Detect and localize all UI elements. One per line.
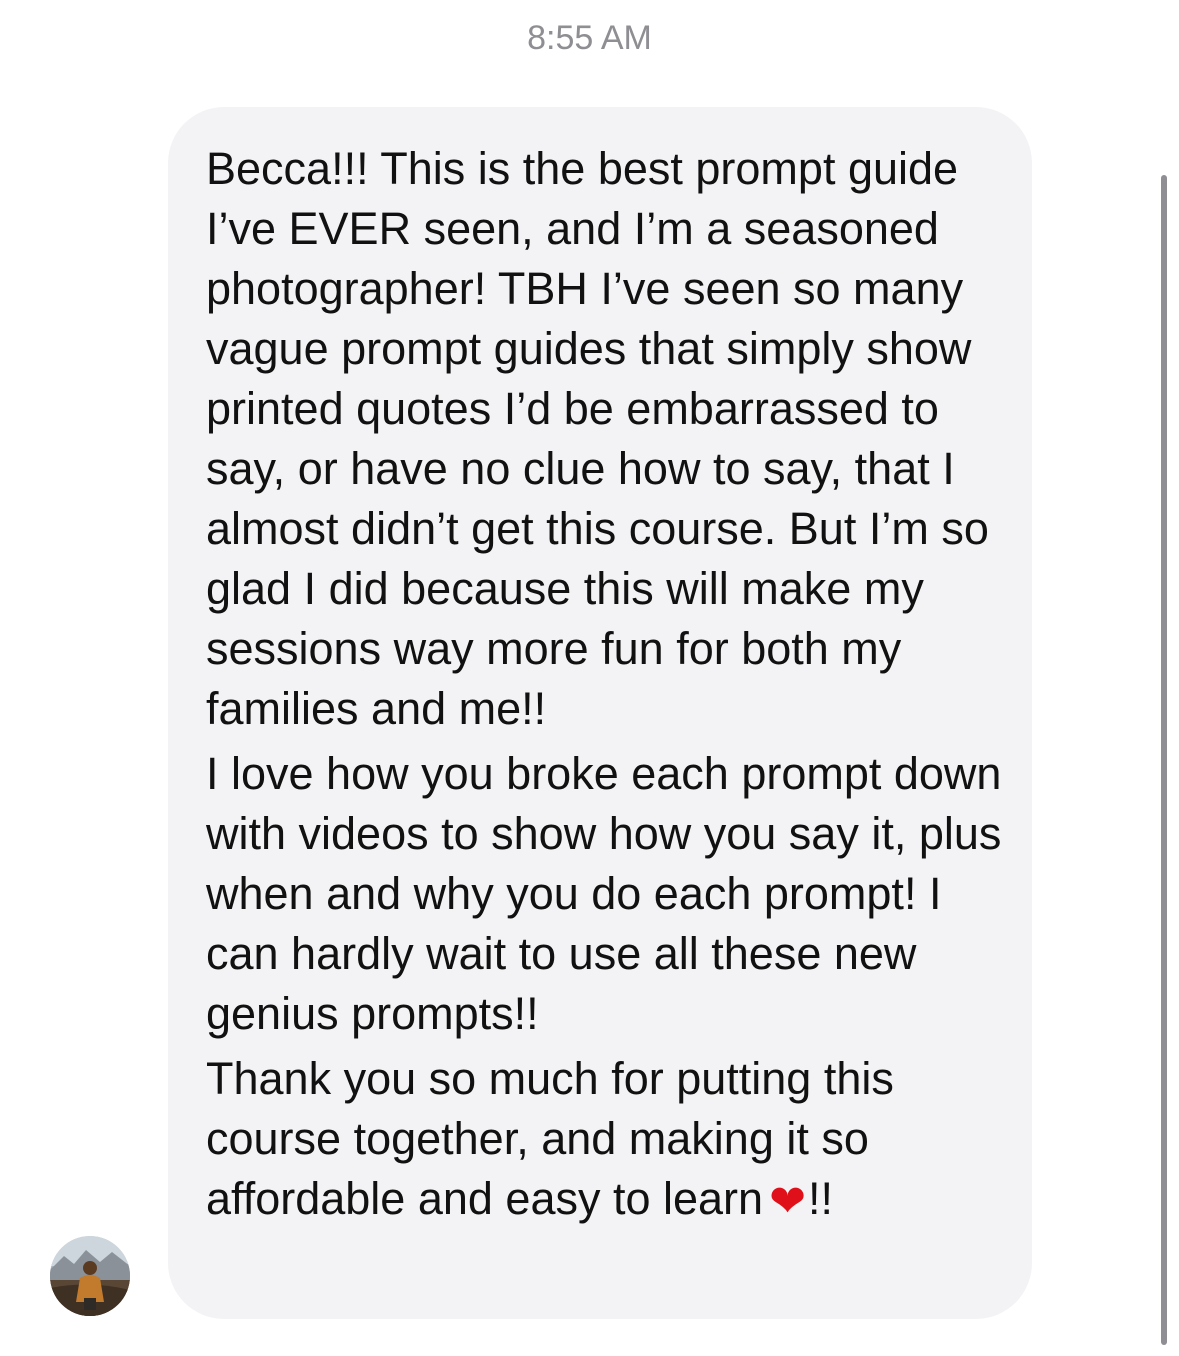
message-timestamp: 8:55 AM bbox=[527, 19, 652, 57]
message-paragraph-1: Becca!!! This is the best prompt guide I… bbox=[206, 143, 989, 734]
message-bubble[interactable]: Becca!!! This is the best prompt guide I… bbox=[168, 107, 1032, 1319]
red-heart-emoji-icon: ❤ bbox=[769, 1176, 806, 1227]
message-paragraph-3: Thank you so much for putting this cours… bbox=[206, 1049, 1012, 1229]
sender-avatar[interactable] bbox=[50, 1236, 130, 1316]
scrollbar[interactable] bbox=[1161, 175, 1167, 1345]
message-thread: 8:55 AM Becca!!! This is the best prompt… bbox=[0, 0, 1179, 1356]
message-paragraph-2: I love how you broke each prompt down wi… bbox=[206, 748, 1002, 1039]
message-suffix: !! bbox=[807, 1173, 833, 1224]
avatar-photo-icon bbox=[50, 1236, 130, 1316]
